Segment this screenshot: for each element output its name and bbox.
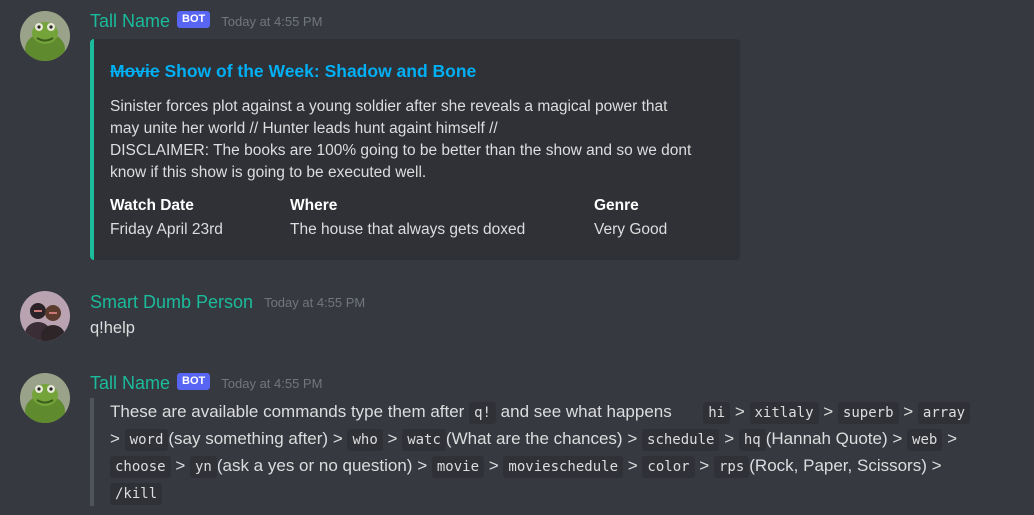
command-note: (Rock, Paper, Scissors)	[749, 456, 927, 475]
command-note: (ask a yes or no question)	[216, 456, 413, 475]
command-code: watc	[402, 429, 446, 451]
embed-description: Sinister forces plot against a young sol…	[110, 96, 730, 184]
help-line-1: These are available commands type them a…	[110, 398, 971, 425]
embed-title-strike: Movie	[110, 61, 160, 81]
timestamp: Today at 4:55 PM	[221, 14, 323, 29]
field-value: Friday April 23rd	[110, 221, 223, 238]
description-line: know if this show is going to be execute…	[110, 164, 427, 181]
embed-title-text: Show of the Week: Shadow and Bone	[164, 61, 477, 81]
help-line-3: choose > yn (ask a yes or no question) > …	[110, 452, 942, 479]
two-people-avatar[interactable]	[20, 291, 70, 341]
command-note: (say something after)	[168, 429, 329, 448]
separator: >	[947, 429, 957, 448]
separator: >	[724, 429, 735, 448]
bot-tag: BOT	[177, 11, 211, 28]
separator: >	[734, 402, 745, 421]
field-name: Genre	[594, 197, 639, 214]
username[interactable]: Smart Dumb Person	[90, 292, 253, 313]
message-header: Smart Dumb Person Today at 4:55 PM	[90, 292, 365, 313]
command-code: word	[124, 429, 169, 451]
description-line: DISCLAIMER: The books are 100% going to …	[110, 142, 692, 159]
description-line: Sinister forces plot against a young sol…	[110, 98, 668, 115]
command-code: xitlaly	[749, 402, 819, 424]
help-intro: These are available commands type them a…	[110, 402, 465, 421]
command-code: superb	[837, 402, 899, 424]
help-quote-block: These are available commands type them a…	[90, 398, 1034, 506]
separator: >	[823, 402, 834, 421]
prefix-code: q!	[469, 402, 496, 424]
separator: >	[627, 456, 638, 475]
command-code: /kill	[110, 483, 163, 505]
command-code: choose	[110, 456, 171, 478]
bot-tag: BOT	[177, 373, 211, 390]
separator: >	[110, 429, 120, 448]
username[interactable]: Tall Name	[90, 373, 170, 394]
separator: >	[387, 429, 398, 448]
field-genre: Genre Very Good	[594, 194, 667, 242]
separator: >	[417, 456, 428, 475]
help-intro-end: and see what happens	[500, 402, 672, 421]
command-note: (Hannah Quote)	[765, 429, 888, 448]
command-code: color	[642, 456, 695, 478]
command-code: schedule	[642, 429, 720, 451]
separator: >	[931, 456, 942, 475]
field-name: Where	[290, 197, 338, 214]
command-code: movieschedule	[503, 456, 623, 478]
timestamp: Today at 4:55 PM	[221, 376, 323, 391]
command-code: hq	[738, 429, 766, 451]
separator: >	[488, 456, 499, 475]
separator: >	[903, 402, 914, 421]
separator: >	[627, 429, 638, 448]
help-line-2: > word (say something after) > who > watc…	[110, 425, 957, 452]
message-header: Tall Name BOT Today at 4:55 PM	[90, 11, 322, 32]
field-where: Where The house that always gets doxed	[290, 194, 525, 242]
username[interactable]: Tall Name	[90, 11, 170, 32]
separator: >	[892, 429, 903, 448]
kermit-avatar[interactable]	[20, 11, 70, 61]
command-code: yn	[189, 456, 217, 478]
command-code: web	[907, 429, 943, 451]
command-code: array	[917, 402, 971, 424]
field-value: Very Good	[594, 221, 668, 238]
field-watch-date: Watch Date Friday April 23rd	[110, 194, 223, 242]
description-line: may unite her world // Hunter leads hunt…	[110, 120, 498, 137]
command-note: (What are the chances)	[445, 429, 623, 448]
command-code: movie	[431, 456, 485, 478]
field-value: The house that always gets doxed	[290, 221, 526, 238]
command-code: rps	[713, 456, 750, 478]
embed: Movie Show of the Week: Shadow and Bone …	[90, 39, 740, 260]
message-header: Tall Name BOT Today at 4:55 PM	[90, 373, 322, 394]
timestamp: Today at 4:55 PM	[264, 295, 366, 310]
command-code: who	[347, 429, 383, 451]
field-name: Watch Date	[110, 197, 194, 214]
embed-title[interactable]: Movie Show of the Week: Shadow and Bone	[110, 61, 476, 82]
message-content: q!help	[90, 319, 135, 337]
kermit-avatar[interactable]	[20, 373, 70, 423]
separator: >	[332, 429, 343, 448]
separator: >	[699, 456, 710, 475]
command-code: hi	[703, 402, 731, 424]
help-line-4: /kill	[110, 479, 163, 506]
separator: >	[175, 456, 186, 475]
